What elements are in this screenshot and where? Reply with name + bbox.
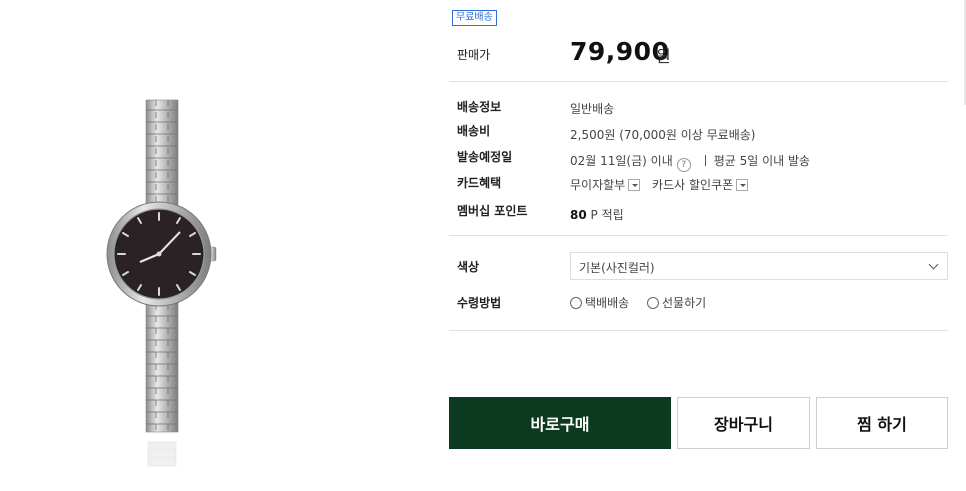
buy-now-button[interactable]: 바로구매 xyxy=(449,397,671,449)
coupon-dropdown-icon[interactable] xyxy=(736,179,749,191)
price-unit: 원 xyxy=(656,47,671,66)
points-suffix: P 적립 xyxy=(590,208,624,222)
chevron-down-icon xyxy=(928,259,939,270)
shipping-fee-row: 배송비 2,500원 (70,000원 이상 무료배송) xyxy=(449,122,948,142)
shipping-fee-value: 2,500원 (70,000원 이상 무료배송) xyxy=(570,128,756,142)
ship-date-value: 02월 11일(금) 이내 xyxy=(570,154,673,168)
receive-option-label: 선물하기 xyxy=(662,296,707,310)
shipping-info: 배송정보 일반배송 배송비 2,500원 (70,000원 이상 무료배송) 발… xyxy=(449,96,948,236)
points-number: 80 xyxy=(570,208,587,222)
price-label: 판매가 xyxy=(457,48,491,62)
card-benefit-label: 카드혜택 xyxy=(457,176,502,190)
installment-link[interactable]: 무이자할부 xyxy=(570,178,625,192)
product-image xyxy=(100,92,220,491)
wishlist-button[interactable]: 찜 하기 xyxy=(816,397,948,449)
color-label: 색상 xyxy=(457,260,480,274)
shipping-method-row: 배송정보 일반배송 xyxy=(449,98,948,118)
divider xyxy=(704,155,706,166)
receive-option-gift[interactable]: 선물하기 xyxy=(647,294,706,311)
receive-option-delivery[interactable]: 택배배송 xyxy=(570,294,629,311)
points-row: 멤버십 포인트 80 P 적립 xyxy=(449,202,948,222)
help-icon[interactable]: ? xyxy=(676,158,691,172)
card-benefit-row: 카드혜택 무이자할부 카드사 할인쿠폰 xyxy=(449,174,948,194)
points-value: 80 P 적립 xyxy=(570,206,624,223)
ship-date-row: 발송예정일 02월 11일(금) 이내? 평균 5일 이내 발송 xyxy=(449,148,948,172)
color-select[interactable]: 기본(사진컬러) xyxy=(570,252,948,280)
free-shipping-badge: 무료배송 xyxy=(452,10,497,26)
receive-method-group: 택배배송 선물하기 xyxy=(570,294,720,311)
ship-average: 평균 5일 이내 발송 xyxy=(713,154,811,168)
card-benefit-value: 무이자할부 카드사 할인쿠폰 xyxy=(570,176,749,193)
receive-option-label: 택배배송 xyxy=(585,296,630,310)
shipping-method-label: 배송정보 xyxy=(457,100,502,114)
option-section: 색상 기본(사진컬러) 수령방법 택배배송 선물하기 xyxy=(449,236,948,331)
ship-date-label: 발송예정일 xyxy=(457,150,513,164)
radio-icon[interactable] xyxy=(570,297,582,309)
price-value: 79,900 xyxy=(570,37,670,66)
coupon-link[interactable]: 카드사 할인쿠폰 xyxy=(652,178,733,192)
radio-icon[interactable] xyxy=(647,297,659,309)
installment-dropdown-icon[interactable] xyxy=(628,179,641,191)
receive-label: 수령방법 xyxy=(457,296,502,310)
shipping-fee-label: 배송비 xyxy=(457,124,491,138)
color-selected-value: 기본(사진컬러) xyxy=(579,261,655,275)
ship-date-value-wrap: 02월 11일(금) 이내? 평균 5일 이내 발송 xyxy=(570,152,810,172)
shipping-method-value: 일반배송 xyxy=(570,102,615,116)
price-row: 판매가 79,900 원 xyxy=(449,37,948,82)
points-label: 멤버십 포인트 xyxy=(457,204,528,218)
watch-image xyxy=(106,99,217,467)
add-to-cart-button[interactable]: 장바구니 xyxy=(677,397,810,449)
